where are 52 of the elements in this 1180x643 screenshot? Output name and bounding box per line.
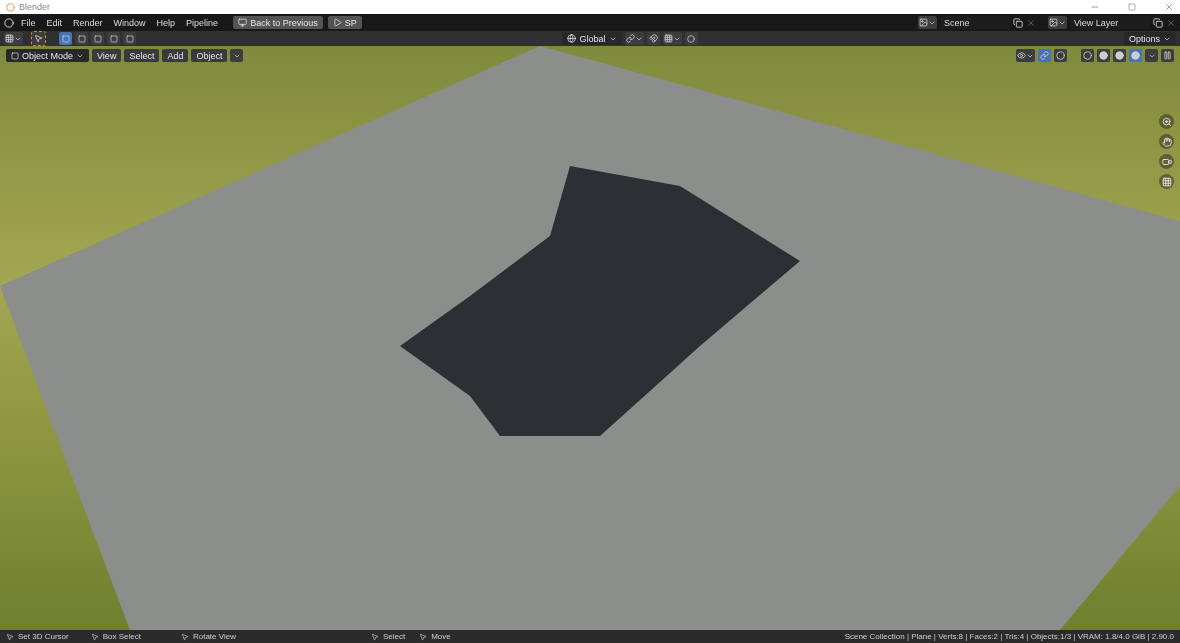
mouse-icon xyxy=(370,632,379,641)
menu-item[interactable]: Render xyxy=(69,17,107,28)
snap-magnet-icon[interactable] xyxy=(646,32,660,45)
viewport-menu[interactable]: Add xyxy=(162,49,189,62)
status-hint: Select xyxy=(382,632,406,641)
viewport-menu[interactable]: View xyxy=(92,49,122,62)
scene-statistics: Scene Collection | Plane | Verts:8 | Faces:2 | Tris:4 | Objects:1/3 | VRAM: 1.8/4.0 GiB | 2.90.0 xyxy=(844,632,1174,641)
menu-item[interactable]: Pipeline xyxy=(182,17,223,28)
close-icon[interactable] xyxy=(1164,2,1174,12)
monitor-icon xyxy=(238,18,248,27)
view-layer-field[interactable]: View Layer xyxy=(1070,16,1150,29)
shading-options-icon[interactable] xyxy=(1145,49,1158,62)
selection-mode-icon[interactable] xyxy=(91,32,104,45)
viewport-menu[interactable]: Object xyxy=(191,49,228,62)
copy-icon[interactable] xyxy=(1153,17,1163,28)
mode-dropdown[interactable]: Object Mode xyxy=(6,49,90,62)
zoom-icon[interactable] xyxy=(1159,114,1174,129)
shading-mode-icon[interactable] xyxy=(1081,49,1094,62)
shading-mode-icon[interactable] xyxy=(1113,49,1126,62)
pause-icon[interactable] xyxy=(1161,49,1174,62)
menu-item[interactable]: Help xyxy=(152,17,180,28)
selection-mode-icon[interactable] xyxy=(59,32,72,45)
status-hint: Box Select xyxy=(102,632,141,641)
mouse-icon xyxy=(90,632,99,641)
camera-icon[interactable] xyxy=(1159,154,1174,169)
viewport-menu[interactable]: Select xyxy=(124,49,160,62)
shading-mode-icon[interactable] xyxy=(1097,49,1110,62)
selection-mode-icon[interactable] xyxy=(107,32,120,45)
play-icon xyxy=(332,18,342,27)
options-dropdown[interactable]: Options xyxy=(1124,32,1176,45)
select-tool-icon[interactable] xyxy=(32,32,45,45)
mouse-icon xyxy=(180,632,189,641)
window-title: Blender xyxy=(19,2,51,12)
selection-mode-icon[interactable] xyxy=(75,32,88,45)
orientation-dropdown[interactable]: Global xyxy=(562,32,622,45)
visibility-icon[interactable] xyxy=(1016,49,1035,62)
copy-icon[interactable] xyxy=(1013,17,1023,28)
status-hint: Rotate View xyxy=(192,632,236,641)
hand-icon[interactable] xyxy=(1159,134,1174,149)
status-hint: Set 3D Cursor xyxy=(18,632,69,641)
mouse-icon xyxy=(6,632,14,641)
status-hint: Move xyxy=(431,632,451,641)
shading-mode-icon[interactable] xyxy=(1129,49,1142,62)
workspace-button[interactable]: SP xyxy=(327,16,362,29)
menu-item[interactable]: Edit xyxy=(42,17,67,28)
scene-field[interactable]: Scene xyxy=(940,16,1010,29)
grid-icon[interactable] xyxy=(1159,174,1174,189)
mouse-icon xyxy=(419,632,428,641)
workspace-button[interactable]: Back to Previous xyxy=(233,16,323,29)
menu-item[interactable]: File xyxy=(17,17,40,28)
menu-item[interactable]: Window xyxy=(109,17,150,28)
selection-mode-icon[interactable] xyxy=(123,32,136,45)
